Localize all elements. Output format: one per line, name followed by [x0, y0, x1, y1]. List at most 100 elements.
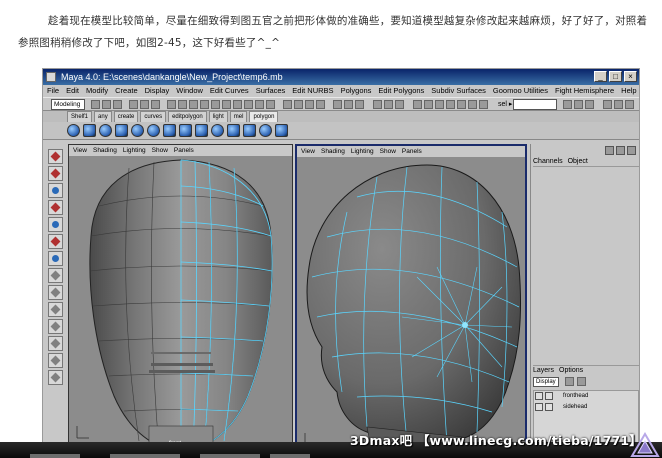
- tab-shelf1[interactable]: Shelf1: [67, 111, 93, 122]
- tab-options[interactable]: Options: [559, 366, 583, 375]
- mask-uv-icon[interactable]: [200, 100, 209, 109]
- vp2-menu-show[interactable]: Show: [380, 146, 396, 157]
- layout-graph-icon[interactable]: [48, 336, 63, 351]
- poly-cube-icon[interactable]: [83, 124, 96, 137]
- lasso-tool-icon[interactable]: [48, 166, 63, 181]
- vp-menu-show[interactable]: Show: [152, 145, 168, 156]
- layout-outliner-icon[interactable]: [48, 319, 63, 334]
- tab-mel[interactable]: mel: [229, 111, 248, 122]
- channel-box-toggle-icon[interactable]: [627, 146, 636, 155]
- cut-faces-icon[interactable]: [259, 124, 272, 137]
- tab-create[interactable]: create: [113, 111, 139, 122]
- tool-d-icon[interactable]: [446, 100, 455, 109]
- layer-row-fronthead[interactable]: fronthead: [533, 391, 639, 401]
- new-scene-icon[interactable]: [91, 100, 100, 109]
- smooth-icon[interactable]: [211, 124, 224, 137]
- input-ops-icon[interactable]: [344, 100, 353, 109]
- output-ops-icon[interactable]: [355, 100, 364, 109]
- title-bar[interactable]: Maya 4.0: E:\scenes\dankangle\New_Projec…: [43, 69, 639, 85]
- new-layer-selected-icon[interactable]: [577, 377, 586, 386]
- panel-toggle-b-icon[interactable]: [614, 100, 623, 109]
- scale-tool-icon[interactable]: [48, 217, 63, 232]
- layout-two-icon[interactable]: [48, 302, 63, 317]
- layer-row-sidehead[interactable]: sidehead: [533, 402, 639, 412]
- snap-plane-icon[interactable]: [316, 100, 325, 109]
- render-icon[interactable]: [373, 100, 382, 109]
- snap-point-icon[interactable]: [305, 100, 314, 109]
- merge-vertex-icon[interactable]: [195, 124, 208, 137]
- close-button[interactable]: ×: [624, 71, 637, 82]
- menu-subdiv-surfaces[interactable]: Subdiv Surfaces: [431, 85, 486, 97]
- maximize-button[interactable]: □: [609, 71, 622, 82]
- layer-template-toggle[interactable]: [545, 403, 553, 411]
- tab-object[interactable]: Object: [568, 157, 588, 166]
- select-hierarchy-icon[interactable]: [129, 100, 138, 109]
- vp-menu-shading[interactable]: Shading: [93, 145, 117, 156]
- tool-e-icon[interactable]: [457, 100, 466, 109]
- select-object-icon[interactable]: [140, 100, 149, 109]
- mask-render-icon[interactable]: [255, 100, 264, 109]
- menu-help[interactable]: Help: [621, 85, 636, 97]
- layout-four-icon[interactable]: [48, 285, 63, 300]
- combine-icon[interactable]: [243, 124, 256, 137]
- tab-any[interactable]: any: [94, 111, 112, 122]
- snap-curve-icon[interactable]: [294, 100, 303, 109]
- vp2-menu-panels[interactable]: Panels: [402, 146, 422, 157]
- tool-g-icon[interactable]: [479, 100, 488, 109]
- menu-polygons[interactable]: Polygons: [341, 85, 372, 97]
- menu-edit-nurbs[interactable]: Edit NURBS: [292, 85, 333, 97]
- split-polygon-icon[interactable]: [179, 124, 192, 137]
- tab-editpolygon[interactable]: editpolygon: [168, 111, 207, 122]
- layer-display-dropdown[interactable]: Display: [533, 377, 559, 387]
- toggle-b-icon[interactable]: [574, 100, 583, 109]
- vp-menu-lighting[interactable]: Lighting: [123, 145, 146, 156]
- front-viewport[interactable]: View Shading Lighting Show Panels: [68, 144, 293, 452]
- layout-extra-icon[interactable]: [48, 370, 63, 385]
- perspective-viewport[interactable]: View Shading Lighting Show Panels: [295, 144, 527, 452]
- menu-edit[interactable]: Edit: [66, 85, 79, 97]
- vp-menu-view[interactable]: View: [73, 145, 87, 156]
- tool-b-icon[interactable]: [424, 100, 433, 109]
- mask-surface-icon[interactable]: [222, 100, 231, 109]
- mask-dynamics-icon[interactable]: [244, 100, 253, 109]
- poly-cone-icon[interactable]: [147, 124, 160, 137]
- vp-menu-panels[interactable]: Panels: [174, 145, 194, 156]
- mask-face-icon[interactable]: [189, 100, 198, 109]
- selection-input[interactable]: [513, 99, 557, 110]
- select-tool-icon[interactable]: [48, 149, 63, 164]
- layer-template-toggle[interactable]: [545, 392, 553, 400]
- vp2-menu-view[interactable]: View: [301, 146, 315, 157]
- move-tool-icon[interactable]: [48, 183, 63, 198]
- snap-grid-icon[interactable]: [283, 100, 292, 109]
- last-tool-icon[interactable]: [48, 251, 63, 266]
- layout-hypershade-icon[interactable]: [48, 353, 63, 368]
- new-layer-icon[interactable]: [565, 377, 574, 386]
- tab-channels[interactable]: Channels: [533, 157, 563, 166]
- panel-toggle-a-icon[interactable]: [603, 100, 612, 109]
- vp2-menu-lighting[interactable]: Lighting: [351, 146, 374, 157]
- mask-curve-icon[interactable]: [211, 100, 220, 109]
- mask-misc-icon[interactable]: [266, 100, 275, 109]
- mode-dropdown[interactable]: Modeling: [51, 99, 85, 110]
- menu-edit-polygons[interactable]: Edit Polygons: [378, 85, 424, 97]
- tab-curves[interactable]: curves: [140, 111, 167, 122]
- mask-deform-icon[interactable]: [233, 100, 242, 109]
- menu-window[interactable]: Window: [176, 85, 203, 97]
- history-icon[interactable]: [333, 100, 342, 109]
- vp2-menu-shading[interactable]: Shading: [321, 146, 345, 157]
- menu-modify[interactable]: Modify: [86, 85, 108, 97]
- select-component-icon[interactable]: [151, 100, 160, 109]
- tab-layers[interactable]: Layers: [533, 366, 554, 375]
- ipr-render-icon[interactable]: [384, 100, 393, 109]
- menu-fight-hemisphere[interactable]: Fight Hemisphere: [555, 85, 614, 97]
- manipulator-tool-icon[interactable]: [48, 234, 63, 249]
- tab-light[interactable]: light: [208, 111, 228, 122]
- poly-torus-icon[interactable]: [131, 124, 144, 137]
- rotate-tool-icon[interactable]: [48, 200, 63, 215]
- layout-single-icon[interactable]: [48, 268, 63, 283]
- menu-display[interactable]: Display: [145, 85, 170, 97]
- toggle-c-icon[interactable]: [585, 100, 594, 109]
- poly-cylinder-icon[interactable]: [99, 124, 112, 137]
- layer-visibility-toggle[interactable]: [535, 392, 543, 400]
- tool-f-icon[interactable]: [468, 100, 477, 109]
